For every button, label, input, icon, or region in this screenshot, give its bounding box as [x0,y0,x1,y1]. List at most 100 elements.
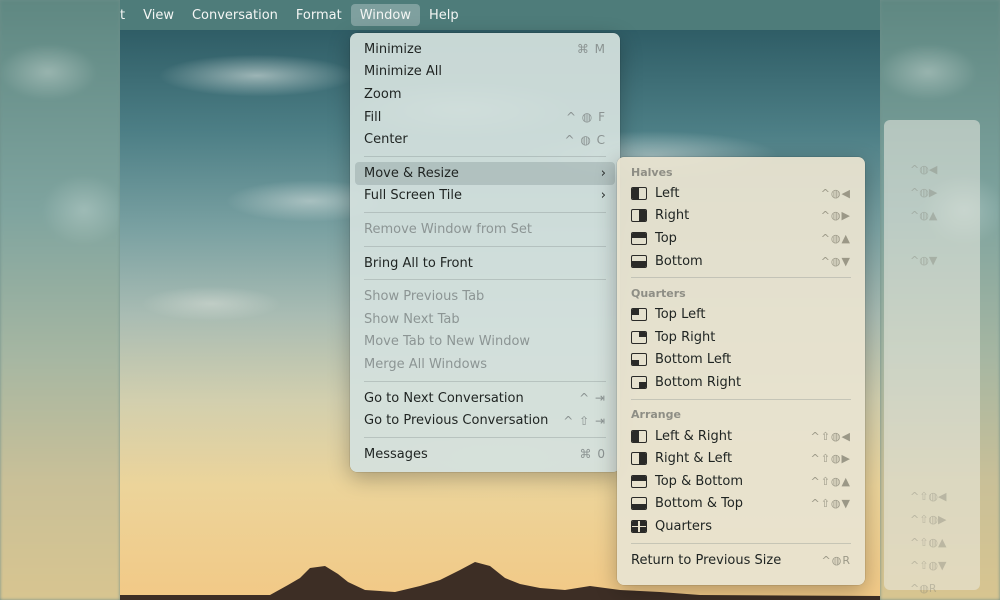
bottom-left-quarter-icon [631,353,647,367]
menu-item-label: Left [655,185,680,201]
menu-item-minimize[interactable]: Minimize ⌘ M [355,38,615,61]
menu-item-bottom-top[interactable]: Bottom & Top ^⇧◍▼ [622,493,860,516]
menu-item-top[interactable]: Top ^◍▲ [622,227,860,250]
menu-item-right-left[interactable]: Right & Left ^⇧◍▶ [622,447,860,470]
menu-item-right[interactable]: Right ^◍▶ [622,205,860,228]
menu-item-label: Center [364,132,408,148]
section-header-halves: Halves [631,165,673,179]
menu-separator [364,155,606,157]
menu-item-left-right[interactable]: Left & Right ^⇧◍◀ [622,425,860,448]
menu-separator [631,277,851,279]
menu-item-full-screen-tile[interactable]: Full Screen Tile › [355,185,615,208]
ghost-shortcut: ^◍R [910,582,937,595]
menu-item-return-previous-size[interactable]: Return to Previous Size ^◍R [622,549,860,572]
bottom-half-icon [631,254,647,268]
ghost-shortcut: ^⇧◍▶ [910,513,947,526]
menubar-item-help[interactable]: Help [420,4,468,26]
right-left-icon [631,452,647,466]
top-right-quarter-icon [631,330,647,344]
shortcut-hint: ⌘ 0 [579,447,606,462]
menu-item-top-left[interactable]: Top Left [622,303,860,326]
menu-item-messages[interactable]: Messages ⌘ 0 [355,443,615,466]
menu-item-show-next-tab: Show Next Tab [355,308,615,331]
menu-item-bottom-right[interactable]: Bottom Right [622,371,860,394]
menu-item-label: Top & Bottom [655,473,744,489]
window-menu: Minimize ⌘ M Minimize All Zoom Fill ^ ◍ … [350,33,620,472]
menu-item-label: Top [655,230,677,246]
menu-item-label: Bottom Left [655,352,732,368]
section-header-quarters: Quarters [631,286,686,300]
quarters-grid-icon [631,519,647,533]
menu-item-next-conversation[interactable]: Go to Next Conversation ^ ⇥ [355,387,615,410]
menu-item-bottom[interactable]: Bottom ^◍▼ [622,250,860,273]
shortcut-hint: ^⇧◍▶ [810,452,851,466]
right-half-icon [631,209,647,223]
ghost-shortcut: ^⇧◍▲ [910,536,947,549]
menu-item-zoom[interactable]: Zoom [355,83,615,106]
menu-separator [364,380,606,382]
menu-item-label: Bottom [655,253,703,269]
left-right-icon [631,429,647,443]
menu-item-minimize-all[interactable]: Minimize All [355,61,615,84]
menu-item-label: Minimize [364,41,422,57]
menu-item-fill[interactable]: Fill ^ ◍ F [355,106,615,129]
menu-item-top-bottom[interactable]: Top & Bottom ^⇧◍▲ [622,470,860,493]
left-half-icon [631,186,647,200]
menu-item-label: Fill [364,109,382,125]
menu-item-label: Merge All Windows [364,356,487,372]
menu-separator [364,279,606,281]
menu-item-label: Show Next Tab [364,311,460,327]
menu-item-left[interactable]: Left ^◍◀ [622,182,860,205]
menubar-item-view[interactable]: View [134,4,183,26]
shortcut-hint: ^◍▲ [820,231,851,245]
bottom-top-icon [631,497,647,511]
menu-item-show-previous-tab: Show Previous Tab [355,285,615,308]
menu-item-label: Go to Previous Conversation [364,413,549,429]
menu-item-merge-windows: Merge All Windows [355,353,615,376]
menu-item-label: Bottom & Top [655,496,744,512]
top-left-quarter-icon [631,308,647,322]
menu-item-label: Full Screen Tile [364,188,462,204]
menu-item-label: Move Tab to New Window [364,334,531,350]
shortcut-hint: ^⇧◍◀ [810,429,851,443]
menubar-item-edit[interactable]: t [120,4,134,26]
ghost-shortcut: ^◍▶ [910,186,938,199]
menu-item-remove-window: Remove Window from Set [355,218,615,241]
menu-item-bottom-left[interactable]: Bottom Left [622,349,860,372]
menubar-item-conversation[interactable]: Conversation [183,4,287,26]
menu-separator [631,398,851,400]
bottom-right-quarter-icon [631,375,647,389]
menu-item-label: Move & Resize [364,165,459,181]
menu-item-previous-conversation[interactable]: Go to Previous Conversation ^ ⇧ ⇥ [355,409,615,432]
menu-separator [364,245,606,247]
menu-item-label: Left & Right [655,428,733,444]
ghost-shortcut: ^◍▼ [910,254,938,267]
menu-item-label: Right [655,208,690,224]
menu-item-move-resize[interactable]: Move & Resize › [355,161,615,185]
menu-item-label: Top Right [655,329,716,345]
chevron-right-icon: › [600,165,606,181]
shortcut-hint: ^ ⇧ ⇥ [563,413,606,428]
menu-item-center[interactable]: Center ^ ◍ C [355,128,615,151]
menu-item-label: Bottom Right [655,374,742,390]
shortcut-hint: ^◍▼ [820,254,851,268]
shortcut-hint: ^⇧◍▼ [810,497,851,511]
menu-item-move-tab: Move Tab to New Window [355,331,615,354]
top-half-icon [631,231,647,245]
menu-item-bring-all-to-front[interactable]: Bring All to Front [355,252,615,275]
menu-separator [364,436,606,438]
menubar-item-window[interactable]: Window [350,4,420,26]
menu-item-top-right[interactable]: Top Right [622,326,860,349]
menu-item-label: Messages [364,446,428,462]
ghost-shortcut: ^⇧◍◀ [910,490,947,503]
ghost-shortcut: ^◍▲ [910,209,938,222]
menubar-item-format[interactable]: Format [287,4,351,26]
shortcut-hint: ⌘ M [576,42,606,57]
section-header-arrange: Arrange [631,408,681,422]
menu-item-quarters[interactable]: Quarters [622,515,860,538]
menu-bar: t View Conversation Format Window Help [120,0,880,30]
menu-item-label: Bring All to Front [364,255,473,271]
ghost-shortcut: ^⇧◍▼ [910,559,947,572]
shortcut-hint: ^◍◀ [820,186,851,200]
ghost-shortcut: ^◍◀ [910,163,938,176]
